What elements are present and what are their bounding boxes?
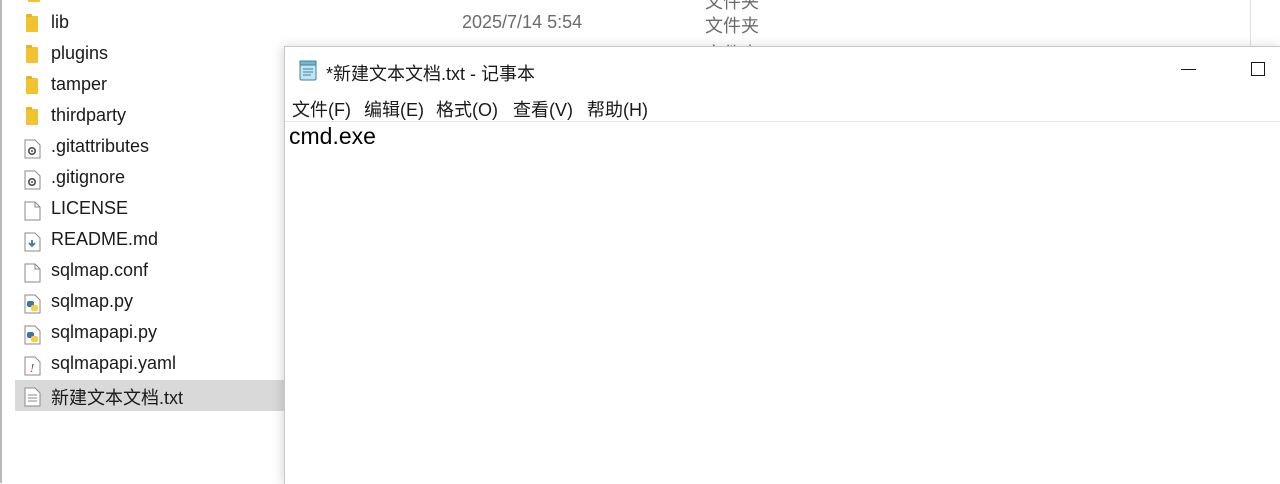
file-name: tamper	[51, 74, 108, 94]
lib-date-modified: 2025/7/14 5:54	[462, 12, 583, 32]
python-file-icon	[24, 325, 41, 345]
file-row[interactable]: tamper	[15, 70, 315, 101]
maximize-button[interactable]	[1235, 47, 1280, 93]
settings-file-icon	[24, 170, 41, 190]
minimize-button[interactable]	[1165, 47, 1211, 93]
file-row[interactable]: sqlmap.py	[15, 287, 315, 318]
notepad-window: *新建文本文档.txt - 记事本 文件(F) 编辑(E) 格式(O) 查看(V…	[284, 46, 1280, 484]
python-file-icon	[24, 294, 41, 314]
file-name: sqlmap.py	[51, 291, 134, 311]
folder-icon	[24, 45, 41, 64]
menu-format[interactable]: 格式(O)	[436, 96, 498, 122]
notepad-title: *新建文本文档.txt - 记事本	[326, 64, 536, 84]
explorer-column-divider	[1250, 0, 1251, 50]
clipped-folder-icon	[26, 0, 40, 2]
file-row[interactable]: lib	[15, 8, 315, 39]
text-file-icon	[24, 387, 41, 407]
menu-view[interactable]: 查看(V)	[513, 96, 573, 122]
folder-icon	[24, 76, 41, 95]
file-name: sqlmapapi.yaml	[51, 353, 177, 373]
maximize-icon	[1251, 62, 1265, 76]
file-name: README.md	[51, 229, 159, 249]
blank-file-icon	[24, 201, 41, 221]
file-row[interactable]: README.md	[15, 225, 315, 256]
settings-file-icon	[24, 139, 41, 159]
folder-icon	[24, 14, 41, 33]
file-row[interactable]: ! sqlmapapi.yaml	[15, 349, 315, 380]
file-name: plugins	[51, 43, 109, 63]
file-name: LICENSE	[51, 198, 129, 218]
explorer-left-border	[0, 0, 2, 483]
yaml-file-icon: !	[24, 356, 41, 376]
file-name: sqlmapapi.py	[51, 322, 158, 342]
minimize-icon	[1181, 69, 1196, 70]
markdown-file-icon	[24, 232, 41, 252]
file-row[interactable]: 新建文本文档.txt	[15, 380, 315, 411]
file-name: 新建文本文档.txt	[51, 388, 184, 408]
file-row[interactable]: sqlmapapi.py	[15, 318, 315, 349]
notepad-titlebar[interactable]: *新建文本文档.txt - 记事本	[285, 47, 1280, 93]
menu-help[interactable]: 帮助(H)	[587, 96, 648, 122]
notepad-menubar: 文件(F) 编辑(E) 格式(O) 查看(V) 帮助(H)	[285, 93, 1280, 122]
lib-type: 文件夹	[705, 16, 759, 36]
file-name: lib	[51, 12, 70, 32]
file-row[interactable]: LICENSE	[15, 194, 315, 225]
file-name: .gitattributes	[51, 136, 150, 156]
folder-icon	[24, 107, 41, 126]
notepad-app-icon	[297, 59, 319, 81]
notepad-text-area[interactable]: cmd.exe	[289, 123, 1277, 483]
file-row[interactable]: thirdparty	[15, 101, 315, 132]
file-row[interactable]: .gitattributes	[15, 132, 315, 163]
svg-text:!: !	[30, 362, 34, 375]
file-name: sqlmap.conf	[51, 260, 149, 280]
menu-file[interactable]: 文件(F)	[292, 96, 351, 122]
file-row[interactable]: .gitignore	[15, 163, 315, 194]
menu-edit[interactable]: 编辑(E)	[364, 96, 424, 122]
file-row[interactable]: plugins	[15, 39, 315, 70]
file-row[interactable]: sqlmap.conf	[15, 256, 315, 287]
file-name: .gitignore	[51, 167, 126, 187]
blank-file-icon	[24, 263, 41, 283]
file-name: thirdparty	[51, 105, 127, 125]
